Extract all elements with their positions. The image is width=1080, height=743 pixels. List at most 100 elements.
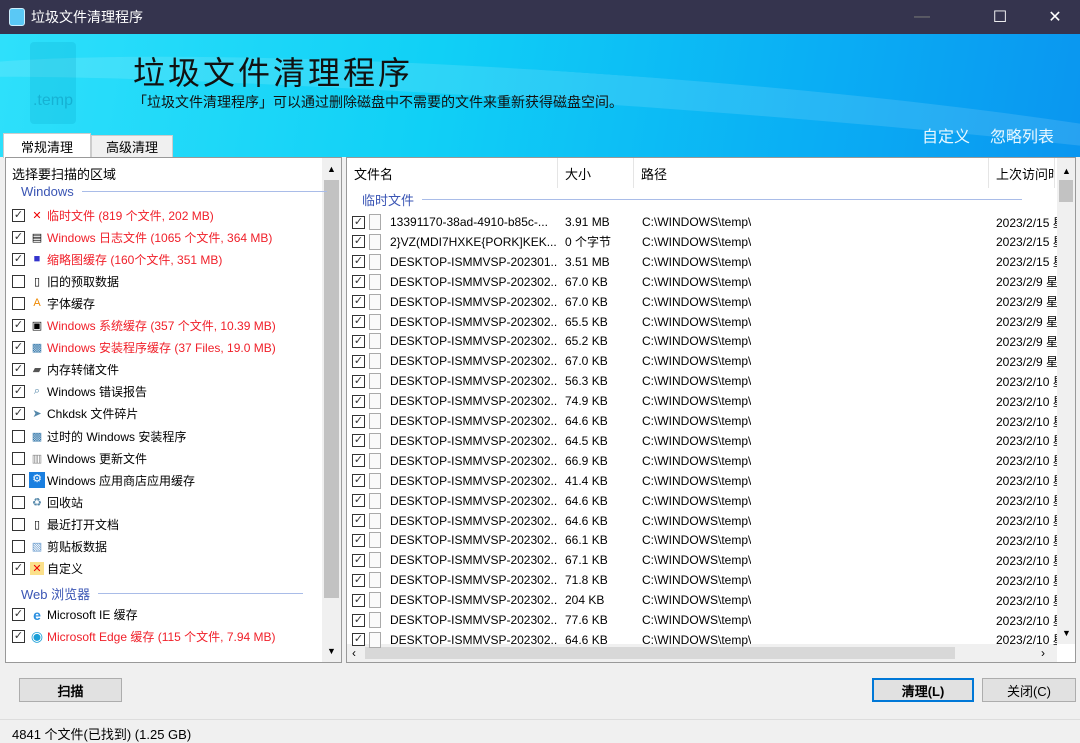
- checkbox[interactable]: ✓: [12, 341, 25, 355]
- scan-option[interactable]: ✓ ▣ Windows 系统缓存 (357 个文件, 10.39 MB): [12, 315, 276, 337]
- scan-option[interactable]: ✓ ◉ Microsoft Edge 缓存 (115 个文件, 7.94 MB): [12, 626, 276, 648]
- file-row[interactable]: ✓ DESKTOP-ISMMVSP-202302... 64.6 KB C:\WIND…: [352, 511, 1057, 531]
- scan-option[interactable]: ✓ ▩ Windows 安装程序缓存 (37 Files, 19.0 MB): [12, 337, 276, 359]
- checkbox[interactable]: [12, 517, 25, 531]
- checkbox[interactable]: ✓: [352, 315, 365, 328]
- checkbox[interactable]: ✓: [12, 319, 25, 332]
- checkbox[interactable]: ✓: [12, 608, 25, 622]
- file-row[interactable]: ✓ DESKTOP-ISMMVSP-202302... 56.3 KB C:\WIND…: [352, 371, 1057, 391]
- scan-option[interactable]: ✓ e Microsoft IE 缓存: [12, 604, 138, 626]
- ignore-list-link[interactable]: 忽略列表: [990, 123, 1054, 147]
- maximize-button[interactable]: ☐: [977, 0, 1023, 34]
- checkbox[interactable]: ✓: [12, 562, 25, 576]
- checkbox[interactable]: ✓: [352, 255, 365, 269]
- column-header-last-access[interactable]: 上次访问时: [989, 158, 1055, 188]
- custom-link[interactable]: 自定义: [922, 123, 970, 147]
- column-header-path[interactable]: 路径: [634, 158, 989, 188]
- file-row[interactable]: ✓ DESKTOP-ISMMVSP-202302... 64.6 KB C:\WIND…: [352, 411, 1057, 431]
- checkbox[interactable]: [12, 274, 25, 288]
- scan-option[interactable]: ▯ 最近打开文档: [12, 513, 119, 535]
- clean-button[interactable]: 清理(L): [872, 678, 974, 702]
- checkbox[interactable]: ✓: [352, 334, 365, 348]
- scan-option[interactable]: ▥ Windows 更新文件: [12, 447, 147, 469]
- checkbox[interactable]: [12, 429, 25, 443]
- tab-normal-clean[interactable]: 常规清理: [3, 133, 91, 158]
- scroll-up-icon[interactable]: ▲: [327, 164, 336, 174]
- checkbox[interactable]: ✓: [352, 613, 365, 627]
- scan-option[interactable]: ✓ ■ 缩略图缓存 (160个文件, 351 MB): [12, 248, 222, 270]
- checkbox[interactable]: ✓: [12, 630, 25, 644]
- scan-option[interactable]: ▧ 剪贴板数据: [12, 536, 107, 558]
- checkbox[interactable]: ✓: [352, 215, 365, 229]
- checkbox[interactable]: [12, 473, 25, 487]
- close-window-button[interactable]: ✕: [1032, 0, 1078, 34]
- file-row[interactable]: ✓ DESKTOP-ISMMVSP-202302... 74.9 KB C:\WIND…: [352, 391, 1057, 411]
- checkbox[interactable]: ✓: [352, 454, 365, 468]
- scan-button[interactable]: 扫描: [19, 678, 122, 702]
- file-row[interactable]: ✓ DESKTOP-ISMMVSP-202301... 3.51 MB C:\WIND…: [352, 252, 1057, 272]
- checkbox[interactable]: ✓: [352, 295, 365, 309]
- checkbox[interactable]: [12, 296, 25, 310]
- scroll-down-icon[interactable]: ▼: [1062, 628, 1071, 638]
- file-row[interactable]: ✓ DESKTOP-ISMMVSP-202302... 65.5 KB C:\WIND…: [352, 312, 1057, 332]
- checkbox[interactable]: ✓: [352, 533, 365, 547]
- checkbox[interactable]: ✓: [352, 235, 365, 249]
- checkbox[interactable]: ✓: [12, 252, 25, 266]
- file-row[interactable]: ✓ DESKTOP-ISMMVSP-202302... 64.5 KB C:\WIND…: [352, 431, 1057, 451]
- scan-option[interactable]: ▯ 旧的预取数据: [12, 270, 119, 292]
- scan-option[interactable]: ✓ ▤ Windows 日志文件 (1065 个文件, 364 MB): [12, 226, 272, 248]
- file-row[interactable]: ✓ DESKTOP-ISMMVSP-202302... 71.8 KB C:\WIND…: [352, 570, 1057, 590]
- checkbox[interactable]: [12, 495, 25, 509]
- file-row[interactable]: ✓ DESKTOP-ISMMVSP-202302... 67.1 KB C:\WIND…: [352, 550, 1057, 570]
- scan-option[interactable]: ⚙ Windows 应用商店应用缓存: [12, 469, 195, 491]
- checkbox[interactable]: ✓: [12, 363, 25, 377]
- minimize-button[interactable]: —: [899, 0, 945, 34]
- scroll-down-icon[interactable]: ▼: [327, 646, 336, 656]
- checkbox[interactable]: ✓: [352, 633, 365, 647]
- checkbox[interactable]: ✓: [12, 230, 25, 244]
- scan-option[interactable]: ▩ 过时的 Windows 安装程序: [12, 425, 186, 447]
- close-button[interactable]: 关闭(C): [982, 678, 1076, 702]
- scroll-up-icon[interactable]: ▲: [1062, 166, 1071, 176]
- checkbox[interactable]: ✓: [352, 553, 365, 567]
- file-row[interactable]: ✓ DESKTOP-ISMMVSP-202302... 41.4 KB C:\WIND…: [352, 471, 1057, 491]
- checkbox[interactable]: ✓: [352, 474, 365, 488]
- scan-option[interactable]: ✓ ✕ 临时文件 (819 个文件, 202 MB): [12, 204, 214, 226]
- checkbox[interactable]: ✓: [352, 394, 365, 408]
- file-row[interactable]: ✓ 13391170-38ad-4910-b85c-... 3.91 MB C:\WI…: [352, 212, 1057, 232]
- checkbox[interactable]: ✓: [352, 275, 365, 289]
- checkbox[interactable]: ✓: [352, 593, 365, 607]
- file-row[interactable]: ✓ DESKTOP-ISMMVSP-202302... 204 KB C:\WINDO…: [352, 590, 1057, 610]
- scroll-thumb[interactable]: [324, 180, 339, 598]
- scroll-thumb[interactable]: [1059, 180, 1073, 202]
- checkbox[interactable]: [12, 540, 25, 553]
- tab-advanced-clean[interactable]: 高级清理: [91, 135, 173, 157]
- scan-option[interactable]: ✓ ▰ 内存转储文件: [12, 359, 119, 381]
- file-row[interactable]: ✓ DESKTOP-ISMMVSP-202302... 67.0 KB C:\WIND…: [352, 351, 1057, 371]
- checkbox[interactable]: ✓: [352, 354, 365, 368]
- column-header-size[interactable]: 大小: [558, 158, 634, 188]
- right-vscrollbar[interactable]: ▲ ▼: [1057, 158, 1075, 644]
- file-row[interactable]: ✓ DESKTOP-ISMMVSP-202302... 65.2 KB C:\WIND…: [352, 331, 1057, 351]
- checkbox[interactable]: ✓: [12, 385, 25, 399]
- file-row[interactable]: ✓ DESKTOP-ISMMVSP-202302... 66.1 KB C:\WIND…: [352, 530, 1057, 550]
- scan-option[interactable]: ♻ 回收站: [12, 491, 83, 513]
- left-scrollbar[interactable]: ▲ ▼: [322, 158, 341, 662]
- file-row[interactable]: ✓ DESKTOP-ISMMVSP-202302... 67.0 KB C:\WIND…: [352, 272, 1057, 292]
- checkbox[interactable]: ✓: [352, 414, 365, 428]
- column-header-name[interactable]: 文件名: [347, 158, 558, 188]
- checkbox[interactable]: [12, 451, 25, 465]
- file-row[interactable]: ✓ DESKTOP-ISMMVSP-202302... 64.6 KB C:\WIND…: [352, 630, 1057, 650]
- checkbox[interactable]: ✓: [12, 208, 25, 222]
- scan-option[interactable]: A 字体缓存: [12, 292, 95, 314]
- file-row[interactable]: ✓ DESKTOP-ISMMVSP-202302... 66.9 KB C:\WIND…: [352, 451, 1057, 471]
- checkbox[interactable]: ✓: [352, 374, 365, 388]
- checkbox[interactable]: ✓: [352, 573, 365, 587]
- checkbox[interactable]: ✓: [352, 514, 365, 527]
- file-row[interactable]: ✓ 2}VZ(MDI7HXKE{PORK]KEK... 0 个字节 C:\WINDOW…: [352, 232, 1057, 252]
- scan-option[interactable]: ✓ ➤ Chkdsk 文件碎片: [12, 403, 138, 425]
- scan-option[interactable]: ✓ ⌕ Windows 错误报告: [12, 381, 147, 403]
- checkbox[interactable]: ✓: [352, 434, 365, 448]
- file-row[interactable]: ✓ DESKTOP-ISMMVSP-202302... 77.6 KB C:\WIND…: [352, 610, 1057, 630]
- checkbox[interactable]: ✓: [12, 407, 25, 421]
